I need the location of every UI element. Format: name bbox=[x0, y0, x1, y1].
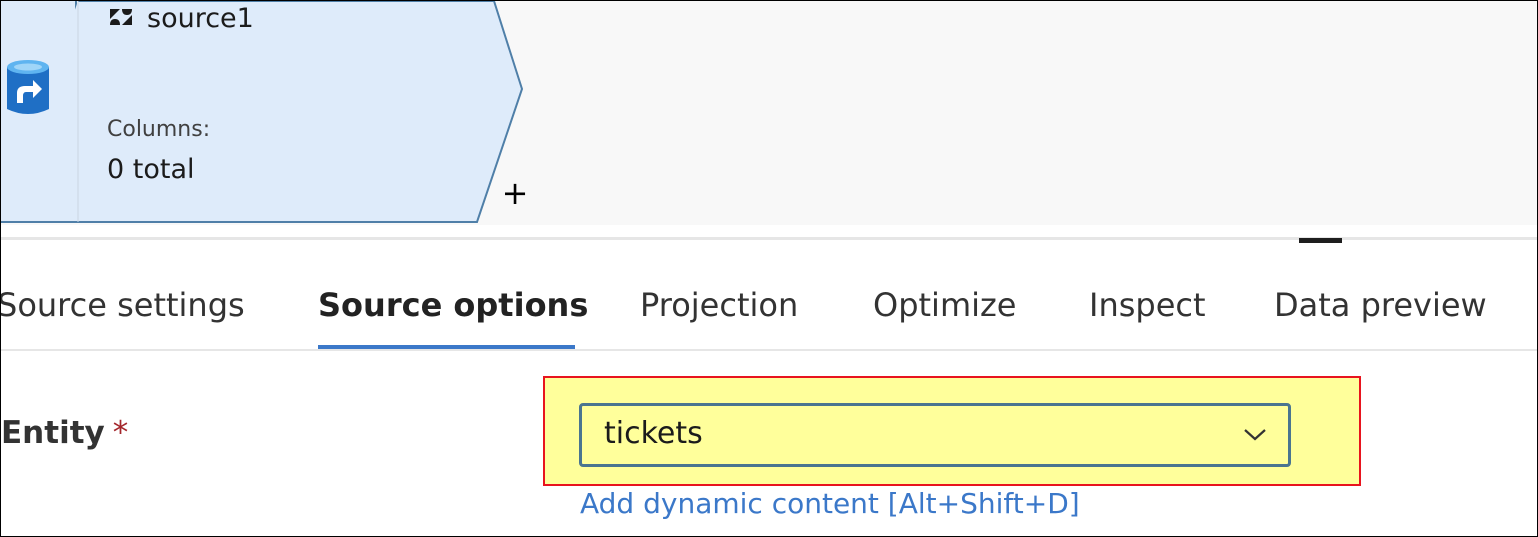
dataflow-canvas[interactable]: source1 Columns: 0 total + bbox=[1, 1, 1537, 227]
panel-resize-handle[interactable] bbox=[1299, 238, 1342, 243]
settings-tabs: Source settings Source options Projectio… bbox=[1, 271, 1537, 351]
tab-source-options[interactable]: Source options bbox=[318, 283, 588, 327]
zendesk-icon bbox=[109, 7, 133, 27]
entity-dropdown-value: tickets bbox=[604, 416, 703, 451]
tabs-divider bbox=[1, 349, 1537, 351]
tab-optimize[interactable]: Optimize bbox=[873, 283, 1016, 327]
entity-dropdown[interactable]: tickets bbox=[579, 403, 1291, 467]
tab-source-settings[interactable]: Source settings bbox=[1, 283, 245, 327]
columns-label: Columns: bbox=[107, 117, 211, 142]
entity-label-text: Entity bbox=[1, 415, 105, 451]
source-node-shape[interactable] bbox=[1, 1, 541, 227]
chevron-down-icon[interactable] bbox=[1242, 424, 1268, 444]
node-name[interactable]: source1 bbox=[147, 3, 254, 35]
database-redirect-icon bbox=[3, 57, 53, 119]
required-marker: * bbox=[112, 415, 129, 451]
entity-label: Entity * bbox=[1, 413, 128, 453]
tab-projection[interactable]: Projection bbox=[640, 283, 798, 327]
tab-data-preview[interactable]: Data preview bbox=[1274, 283, 1487, 327]
add-transformation-button[interactable]: + bbox=[501, 177, 529, 209]
app-frame: source1 Columns: 0 total + Source settin… bbox=[0, 0, 1538, 537]
add-dynamic-content-link[interactable]: Add dynamic content [Alt+Shift+D] bbox=[580, 485, 1080, 523]
tab-inspect[interactable]: Inspect bbox=[1089, 283, 1206, 327]
columns-count: 0 total bbox=[107, 154, 195, 185]
